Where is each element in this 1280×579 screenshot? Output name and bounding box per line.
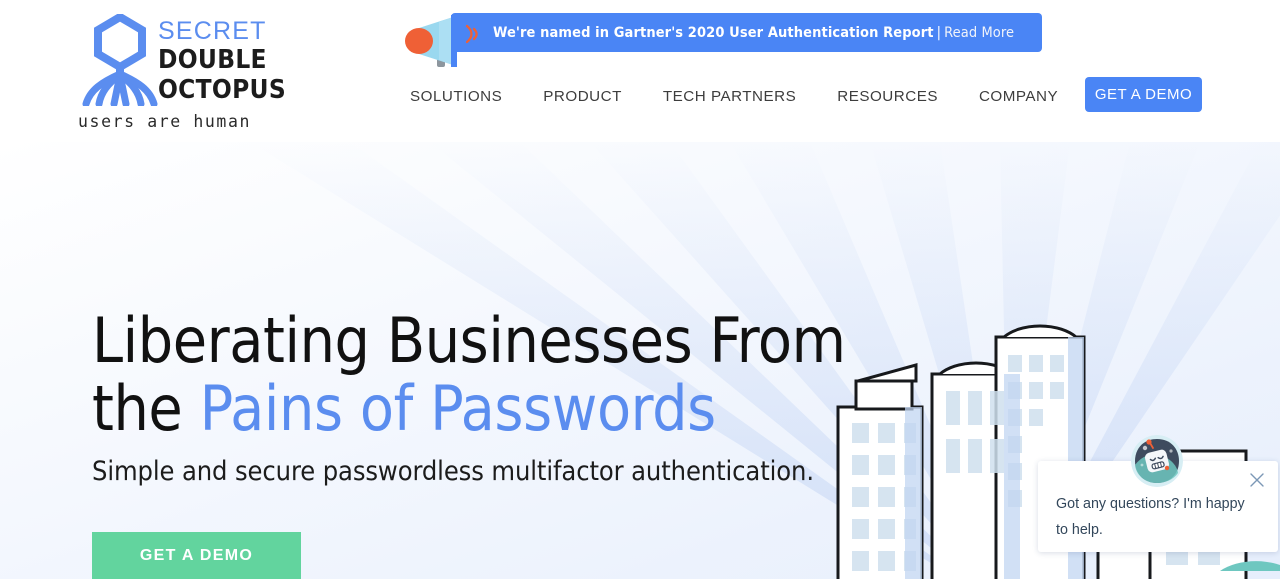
banner-headline: We're named in Gartner's 2020 User Authe…	[493, 24, 934, 41]
logo-wordmark: SECRET DOUBLE OCTOPUS	[158, 17, 286, 106]
header-get-a-demo-button[interactable]: GET A DEMO	[1085, 77, 1202, 112]
hero-headline-accent: Pains of Passwords	[199, 372, 717, 445]
hero-headline-prefix: the	[92, 372, 200, 445]
megaphone-icon	[405, 15, 457, 67]
site-header: SECRET DOUBLE OCTOPUS users are human We…	[0, 0, 1280, 142]
hero-headline-line-2: the Pains of Passwords	[92, 375, 922, 443]
nav-item-solutions[interactable]: SOLUTIONS	[410, 88, 502, 105]
logo-tagline: users are human	[78, 112, 252, 131]
logo-line-octopus: OCTOPUS	[158, 75, 286, 105]
nav-item-product[interactable]: PRODUCT	[543, 88, 622, 105]
banner-text: We're named in Gartner's 2020 User Authe…	[493, 25, 1014, 41]
nav-item-resources[interactable]: RESOURCES	[837, 88, 938, 105]
chat-widget: Got any questions? I'm happy to help.	[1038, 435, 1278, 552]
banner-read-more-link[interactable]: Read More	[944, 25, 1014, 41]
main-navigation: SOLUTIONS PRODUCT TECH PARTNERS RESOURCE…	[410, 80, 1099, 112]
announcement-banner[interactable]: We're named in Gartner's 2020 User Authe…	[405, 13, 1042, 67]
site-logo[interactable]: SECRET DOUBLE OCTOPUS users are human	[72, 8, 287, 133]
close-icon[interactable]	[1248, 471, 1266, 489]
nav-item-company[interactable]: COMPANY	[979, 88, 1058, 105]
hero-get-a-demo-button[interactable]: GET A DEMO	[92, 532, 301, 579]
octopus-logo-icon	[82, 14, 158, 106]
robot-avatar-icon[interactable]	[1131, 435, 1183, 487]
banner-separator: |	[936, 24, 942, 41]
chat-message: Got any questions? I'm happy to help.	[1056, 496, 1245, 538]
hero-headline-line-1: Liberating Businesses From	[92, 304, 846, 377]
sound-wave-icon	[465, 24, 478, 44]
hero-headline: Liberating Businesses From the Pains of …	[92, 307, 922, 443]
hero-subheadline: Simple and secure passwordless multifact…	[92, 456, 814, 487]
logo-line-secret: SECRET	[158, 17, 267, 45]
logo-line-double: DOUBLE	[158, 45, 267, 75]
nav-item-tech-partners[interactable]: TECH PARTNERS	[663, 88, 796, 105]
hero-copy: Liberating Businesses From the Pains of …	[92, 307, 922, 488]
